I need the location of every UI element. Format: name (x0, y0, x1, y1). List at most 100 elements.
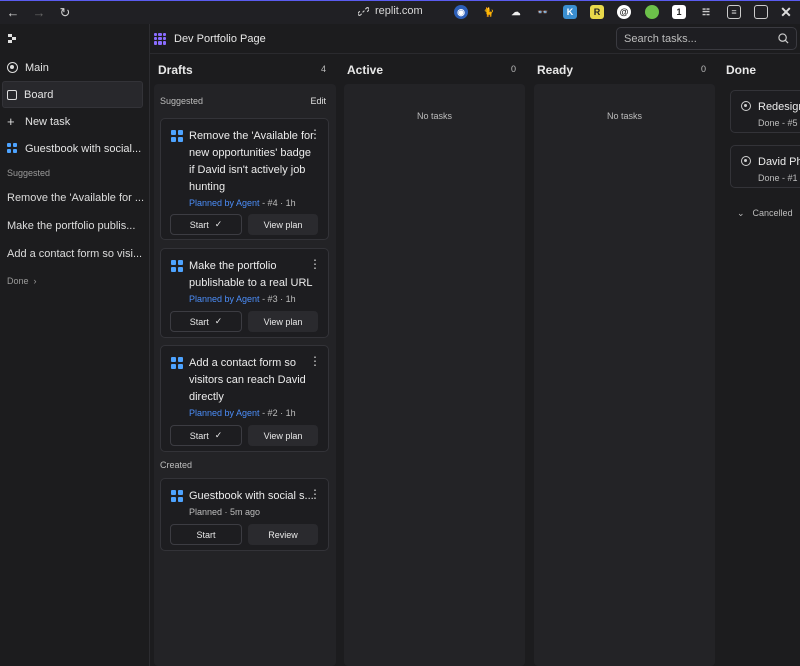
start-button[interactable]: Start ✓ (170, 311, 242, 332)
suggested-section-header: Suggested Edit (160, 96, 326, 106)
task-meta: Done - #1 - (758, 173, 800, 183)
agent-icon (7, 143, 18, 154)
extension-icon-8[interactable] (645, 5, 659, 19)
extension-icon-9[interactable]: 1 (672, 5, 686, 19)
extension-icon-1[interactable]: ◉ (454, 5, 468, 19)
task-title: Make the portfolio publishable to a real… (189, 260, 313, 289)
link-icon (358, 6, 369, 16)
task-meta: Planned · 5m ago (189, 507, 261, 517)
address-bar[interactable]: replit.com (358, 5, 423, 17)
task-meta: Done - #5 (758, 118, 798, 128)
task-card[interactable]: Remove the 'Available for new opportunit… (160, 118, 329, 240)
agent-icon (171, 357, 183, 369)
review-button[interactable]: Review (248, 524, 318, 545)
board-header: Dev Portfolio Page Search tasks... (150, 24, 800, 54)
sidebar-item-board[interactable]: Board (2, 81, 143, 108)
sidebar-item-main[interactable]: Main (0, 54, 149, 81)
start-button[interactable]: Start (170, 524, 242, 545)
plus-icon: + (7, 114, 15, 129)
column-ready: Ready 0 No tasks (530, 54, 720, 666)
extension-icon-7[interactable]: @ (617, 5, 631, 19)
sidebar-item-label: Main (25, 61, 49, 74)
check-icon: ✓ (214, 219, 223, 229)
task-card[interactable]: David Ph Done - #1 - (730, 145, 800, 188)
task-card[interactable]: Guestbook with social s... ⋮ Planned · 5… (160, 478, 329, 551)
forward-icon[interactable]: → (26, 1, 52, 25)
close-window-icon[interactable]: ✕ (779, 4, 793, 20)
extension-icon-4[interactable]: 👓 (536, 5, 550, 19)
view-plan-button[interactable]: View plan (248, 425, 318, 446)
view-plan-button[interactable]: View plan (248, 214, 318, 235)
extension-icon-2[interactable]: 🐈 (482, 5, 496, 19)
cancelled-toggle[interactable]: ⌄ Cancelled (737, 208, 793, 219)
view-plan-button[interactable]: View plan (248, 311, 318, 332)
column-body: Suggested Edit Remove the 'Available for… (154, 84, 336, 666)
task-meta-rest: - #2 · 1h (259, 408, 296, 418)
task-meta-rest: - #3 · 1h (259, 294, 296, 304)
start-button[interactable]: Start ✓ (170, 425, 242, 446)
sidebar-suggested-item[interactable]: Add a contact form so visi... (0, 240, 149, 268)
column-drafts: Drafts 4 Suggested Edit Remove the 'Avai… (150, 54, 340, 666)
target-icon (7, 62, 18, 73)
sidebar-done-toggle[interactable]: Done › (0, 268, 149, 294)
edit-button[interactable]: Edit (310, 96, 326, 106)
search-input[interactable]: Search tasks... (616, 27, 797, 50)
column-count: 0 (701, 64, 707, 74)
sidebar-suggested-item[interactable]: Make the portfolio publis... (0, 212, 149, 240)
extension-icon-6[interactable]: R (590, 5, 604, 19)
reload-icon[interactable]: ↻ (52, 1, 78, 25)
task-title: Redesign (758, 101, 800, 113)
task-title: Add a contact form so visitors can reach… (189, 357, 306, 403)
more-options-icon[interactable]: ⋮ (309, 127, 321, 141)
column-body: No tasks (534, 84, 715, 666)
replit-logo[interactable] (0, 24, 149, 54)
sidebar-done-label: Done (7, 276, 29, 286)
column-title: Done (726, 63, 756, 77)
task-card[interactable]: Add a contact form so visitors can reach… (160, 345, 329, 452)
search-placeholder: Search tasks... (624, 32, 697, 45)
created-heading: Created (160, 460, 193, 470)
start-button[interactable]: Start ✓ (170, 214, 242, 235)
task-title: Remove the 'Available for new opportunit… (189, 130, 314, 193)
planned-by-link[interactable]: Planned by Agent (189, 294, 260, 304)
agent-icon (171, 490, 183, 502)
column-title: Drafts (158, 63, 193, 77)
cancelled-label: Cancelled (752, 208, 793, 218)
task-meta: Planned by Agent - #4 · 1h (189, 198, 296, 208)
extensions-menu-icon[interactable]: ≡ (727, 5, 741, 19)
sidebar-suggested-heading: Suggested (7, 168, 51, 178)
sidebar-suggested-item[interactable]: Remove the 'Available for ... (0, 184, 149, 212)
created-section-header: Created (160, 460, 326, 470)
sidebar-item-label: Guestbook with social... (25, 142, 142, 155)
column-body: No tasks (344, 84, 525, 666)
done-status-icon (741, 156, 751, 166)
planned-by-link[interactable]: Planned by Agent (189, 408, 260, 418)
sidebar-item-guestbook[interactable]: Guestbook with social... (0, 135, 149, 162)
extension-icon-3[interactable]: ☁ (509, 5, 523, 19)
sidebar-item-new-task[interactable]: + New task (0, 108, 149, 135)
chevron-down-icon: ⌄ (737, 208, 745, 218)
more-options-icon[interactable]: ⋮ (309, 354, 321, 368)
more-options-icon[interactable]: ⋮ (309, 257, 321, 271)
task-card[interactable]: Redesign Done - #5 (730, 90, 800, 133)
done-status-icon (741, 101, 751, 111)
sidebar-toggle-icon[interactable] (754, 5, 768, 19)
board-icon (7, 89, 17, 100)
planned-by-link[interactable]: Planned by Agent (189, 198, 260, 208)
task-card[interactable]: Make the portfolio publishable to a real… (160, 248, 329, 338)
start-label: Start (189, 430, 209, 441)
back-icon[interactable]: ← (0, 1, 26, 25)
agent-icon (171, 260, 183, 272)
url-text: replit.com (375, 5, 423, 17)
column-count: 0 (511, 64, 517, 74)
extension-icon-5[interactable]: K (563, 5, 577, 19)
agent-icon (171, 130, 183, 142)
logo-icon (8, 33, 16, 43)
empty-state: No tasks (416, 111, 452, 121)
start-label: Start (189, 219, 209, 230)
browser-toolbar: ← → ↻ replit.com ◉ 🐈 ☁ 👓 K R @ 1 ☵ ≡ ✕ (0, 0, 800, 24)
check-icon: ✓ (214, 316, 223, 326)
task-title: David Ph (758, 156, 800, 168)
more-options-icon[interactable]: ⋮ (309, 487, 321, 501)
extension-icon-10[interactable]: ☵ (699, 5, 713, 19)
